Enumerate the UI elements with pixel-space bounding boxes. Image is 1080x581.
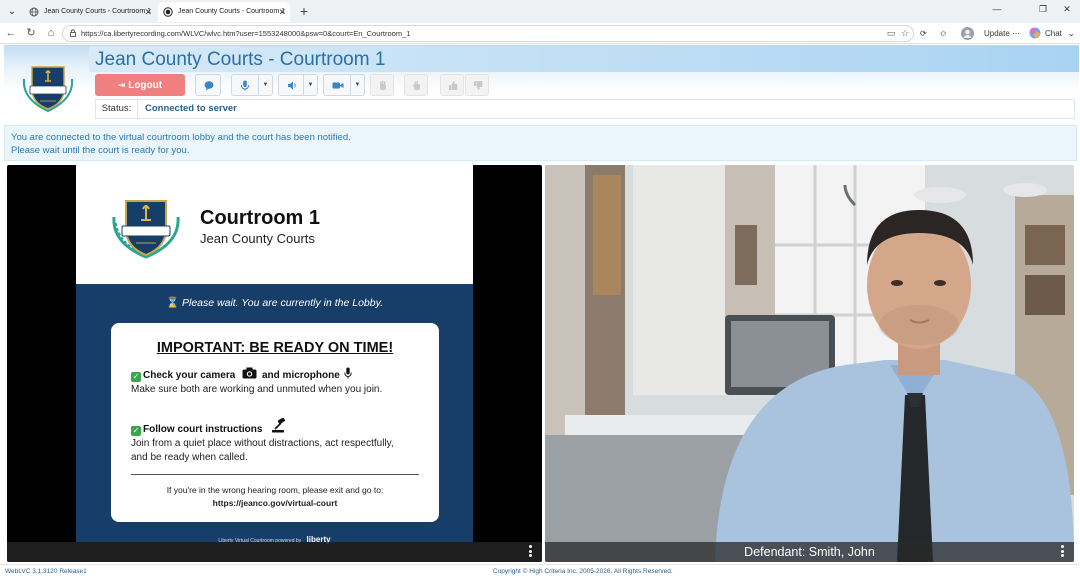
url-text: https://ca.libertyrecording.com/WLVC/wlv… — [81, 29, 411, 38]
logout-button[interactable]: ⇥ Logout — [95, 74, 185, 96]
speaker-icon — [288, 81, 296, 90]
address-bar-row: ← ↻ ⌂ https://ca.libertyrecording.com/WL… — [0, 23, 1080, 44]
reload-icon[interactable]: ↻ — [23, 26, 39, 41]
slide-body: ⌛ Please wait. You are currently in the … — [76, 284, 473, 544]
slide-subheading: Jean County Courts — [200, 231, 315, 246]
microphone-check-label: and microphone — [262, 370, 340, 381]
more-options-icon[interactable] — [529, 545, 533, 559]
globe-icon — [29, 7, 39, 17]
video-panel-footer: Defendant: Smith, John — [545, 542, 1074, 562]
camera-permission-icon[interactable]: ▭ — [885, 26, 897, 41]
lower-hand-button[interactable] — [404, 74, 428, 96]
slide-heading: Courtroom 1 — [200, 207, 320, 229]
app-footer: WebLVC 3.1.3120 Release1 Copyright © Hig… — [0, 564, 1080, 581]
chat-button[interactable]: Chat — [1045, 26, 1062, 41]
microphone-button[interactable]: ▼ — [231, 74, 273, 96]
video-panel-footer — [7, 542, 542, 562]
tab-title: Jean County Courts - Courtroom 1 — [44, 8, 151, 15]
logout-icon: ⇥ — [117, 80, 126, 90]
tab-title: Jean County Courts - Courtroom 1 — [178, 8, 285, 15]
card-divider — [131, 474, 419, 475]
close-tab-icon[interactable]: ✕ — [144, 2, 152, 22]
microphone-dropdown-icon[interactable]: ▼ — [258, 75, 272, 95]
speaker-button[interactable]: ▼ — [278, 74, 318, 96]
chat-icon — [204, 81, 214, 91]
court-logo — [22, 66, 74, 113]
camera-icon — [242, 367, 257, 379]
thumbs-up-icon — [449, 81, 458, 90]
lobby-text: Please wait. You are currently in the Lo… — [182, 297, 383, 309]
camera-icon — [332, 82, 344, 89]
close-tab-icon[interactable]: ✕ — [278, 2, 286, 22]
instructions-label: Follow court instructions — [143, 424, 263, 435]
wrong-room-text: If you're in the wrong hearing room, ple… — [166, 485, 384, 495]
thumbs-up-button[interactable] — [440, 74, 464, 96]
thumbs-down-button[interactable] — [465, 74, 489, 96]
chat-button[interactable] — [195, 74, 221, 96]
microphone-icon — [344, 367, 352, 379]
copilot-icon[interactable]: ⟳ — [920, 26, 927, 41]
camera-button[interactable]: ▼ — [323, 74, 365, 96]
new-tab-icon[interactable]: + — [296, 3, 312, 19]
notice-line-1: You are connected to the virtual courtro… — [11, 132, 351, 143]
gavel-icon — [272, 418, 286, 433]
status-label: Status: — [96, 100, 138, 118]
lobby-video-panel: Courtroom 1 Jean County Courts ⌛ Please … — [7, 165, 542, 562]
browser-tab-bar: ⌄ Jean County Courts - Courtroom 1 ✕ Jea… — [0, 0, 1080, 23]
participant-video-panel: Defendant: Smith, John — [545, 165, 1074, 562]
wrong-room-url: https://jeanco.gov/virtual-court — [212, 498, 338, 508]
instructions-text-2: and be ready when called. — [131, 452, 248, 463]
update-label: Update — [984, 29, 1010, 38]
favorite-star-icon[interactable]: ☆ — [899, 26, 911, 41]
restore-icon[interactable]: ❐ — [1030, 4, 1056, 15]
minimize-icon[interactable]: — — [984, 4, 1010, 14]
checkmark-icon: ✓ — [131, 372, 141, 382]
slide-header: Courtroom 1 Jean County Courts — [76, 165, 473, 284]
chevron-down-icon[interactable]: ⌄ — [1068, 26, 1075, 41]
browser-tab-1[interactable]: Jean County Courts - Courtroom 1 ✕ — [24, 2, 156, 22]
court-seal-logo — [112, 200, 180, 259]
participant-name-label: Defendant: Smith, John — [744, 545, 875, 559]
app-header: Jean County Courts - Courtroom 1 ⇥ Logou… — [4, 45, 1079, 122]
hand-raise-icon — [380, 80, 386, 90]
site-info-icon[interactable] — [69, 29, 77, 37]
hand-raise-button[interactable] — [370, 74, 394, 96]
card-title: IMPORTANT: BE READY ON TIME! — [156, 340, 394, 356]
hand-lower-icon — [412, 81, 420, 90]
url-field[interactable]: https://ca.libertyrecording.com/WLVC/wlv… — [62, 25, 914, 42]
lobby-slide: Courtroom 1 Jean County Courts ⌛ Please … — [76, 165, 473, 544]
browser-tab-2[interactable]: Jean County Courts - Courtroom 1 ✕ — [158, 2, 290, 22]
lobby-notice: You are connected to the virtual courtro… — [4, 125, 1077, 161]
microphone-icon — [241, 80, 249, 91]
update-button[interactable]: Update ⋯ — [984, 26, 1020, 41]
profile-icon[interactable] — [961, 27, 974, 40]
checkmark-icon: ✓ — [131, 426, 141, 436]
copyright-text: Copyright © High Criteria Inc. 2005-2026… — [493, 568, 673, 575]
instructions-text-1: Join from a quiet place without distract… — [131, 438, 394, 449]
chat-copilot-icon — [1029, 27, 1041, 39]
notice-line-2: Please wait until the court is ready for… — [11, 145, 190, 156]
record-icon — [163, 7, 173, 17]
home-icon[interactable]: ⌂ — [43, 26, 59, 41]
app-title: Jean County Courts - Courtroom 1 — [95, 49, 386, 70]
lobby-status: ⌛ Please wait. You are currently in the … — [76, 296, 473, 309]
camera-check-label: Check your camera — [143, 370, 236, 381]
thumbs-down-icon — [474, 81, 483, 90]
status-value: Connected to server — [145, 103, 237, 114]
participant-video-feed — [545, 165, 1074, 562]
hourglass-icon: ⌛ — [166, 297, 180, 309]
more-options-icon[interactable] — [1061, 545, 1065, 559]
instructions-card: IMPORTANT: BE READY ON TIME! ✓ Check you… — [111, 323, 439, 522]
logout-label: Logout — [128, 80, 163, 91]
favorites-icon[interactable]: ✩ — [940, 26, 947, 41]
camera-dropdown-icon[interactable]: ▼ — [350, 75, 364, 95]
speaker-dropdown-icon[interactable]: ▼ — [303, 75, 317, 95]
back-icon[interactable]: ← — [3, 26, 19, 41]
status-row: Status: Connected to server — [95, 99, 1075, 119]
close-window-icon[interactable]: ✕ — [1054, 4, 1080, 15]
tab-list-menu-icon[interactable]: ⌄ — [3, 3, 21, 20]
version-text: WebLVC 3.1.3120 Release1 — [5, 568, 87, 575]
camera-check-text: Make sure both are working and unmuted w… — [131, 384, 383, 395]
